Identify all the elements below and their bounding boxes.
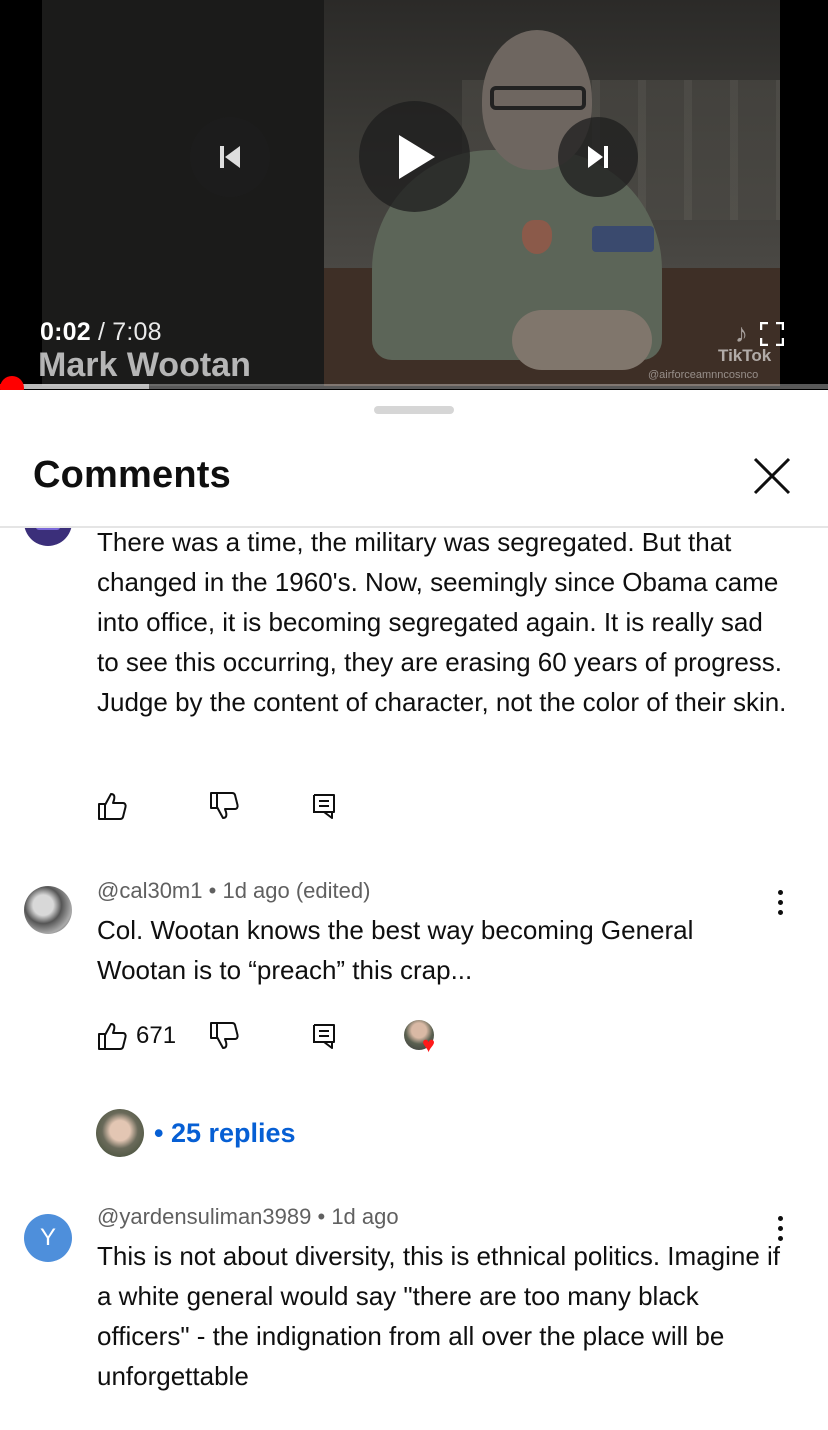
like-button[interactable] xyxy=(96,788,128,824)
comment-text: There was a time, the military was segre… xyxy=(97,528,787,717)
play-icon xyxy=(398,134,435,179)
thumbs-up-icon xyxy=(98,793,127,820)
like-button[interactable] xyxy=(96,1018,128,1054)
comment-meta: @yardensuliman3989 • 1d ago xyxy=(97,1204,399,1230)
meta-dot: • xyxy=(208,878,223,903)
replies-dot: • xyxy=(154,1117,171,1148)
fullscreen-icon[interactable] xyxy=(760,322,784,346)
duration: 7:08 xyxy=(112,318,162,346)
comment-author[interactable]: @yardensuliman3989 xyxy=(97,1204,311,1229)
comment-author[interactable]: @cal30m1 xyxy=(97,878,203,903)
previous-button[interactable] xyxy=(190,117,270,197)
time-display: 0:02 / 7:08 xyxy=(40,318,162,347)
thumbs-down-icon xyxy=(210,792,239,819)
progress-bar[interactable] xyxy=(0,384,828,389)
avatar[interactable] xyxy=(24,886,72,934)
heart-icon: ♥ xyxy=(422,1032,436,1057)
like-count: 671 xyxy=(136,1022,177,1049)
dislike-button[interactable] xyxy=(208,1018,240,1054)
current-time: 0:02 xyxy=(40,318,91,346)
video-caption-name: Mark Wootan xyxy=(38,346,251,384)
reply-button[interactable] xyxy=(310,788,338,824)
previous-icon xyxy=(220,146,240,168)
tiktok-watermark: TikTok xyxy=(718,346,772,365)
reply-avatar xyxy=(96,1109,144,1157)
thumbs-up-icon xyxy=(98,1023,127,1050)
comments-sheet: Comments There was a time, the military … xyxy=(0,390,828,1430)
comment-time: 1d ago xyxy=(331,1204,399,1229)
time-separator: / xyxy=(90,318,113,346)
comment-text: Col. Wootan knows the best way becoming … xyxy=(97,915,694,985)
next-button[interactable] xyxy=(558,117,638,197)
replies-link[interactable]: 25 replies xyxy=(171,1118,296,1149)
next-icon xyxy=(588,146,608,168)
dislike-button[interactable] xyxy=(208,788,240,824)
reply-button[interactable] xyxy=(310,1018,338,1054)
video-player[interactable]: 0:02 / 7:08 Mark Wootan ♪ TikTok @airfor… xyxy=(0,0,828,390)
meta-dot: • xyxy=(317,1204,332,1229)
comment-text: This is not about diversity, this is eth… xyxy=(97,1241,781,1391)
avatar-letter: Y xyxy=(39,1224,56,1251)
tiktok-logo-icon: ♪ xyxy=(735,318,748,348)
tiktok-handle: @airforceamnncosnco xyxy=(648,369,759,381)
progress-scrubber[interactable] xyxy=(0,376,24,390)
view-replies-button[interactable]: • 25 replies xyxy=(96,1108,296,1158)
drag-handle[interactable] xyxy=(374,406,454,414)
reply-icon xyxy=(313,1024,335,1049)
play-button[interactable] xyxy=(359,101,470,212)
comment-meta: @cal30m1 • 1d ago (edited) xyxy=(97,878,370,904)
comment-time: 1d ago (edited) xyxy=(222,878,371,903)
reply-icon xyxy=(313,794,335,819)
avatar[interactable]: Y xyxy=(24,1214,72,1262)
avatar[interactable] xyxy=(24,528,72,546)
comments-list[interactable]: There was a time, the military was segre… xyxy=(0,528,828,1430)
creator-heart-badge: ♥ xyxy=(404,1020,444,1060)
thumbs-down-icon xyxy=(210,1022,239,1049)
close-icon[interactable] xyxy=(748,452,796,500)
comments-title: Comments xyxy=(33,454,231,496)
